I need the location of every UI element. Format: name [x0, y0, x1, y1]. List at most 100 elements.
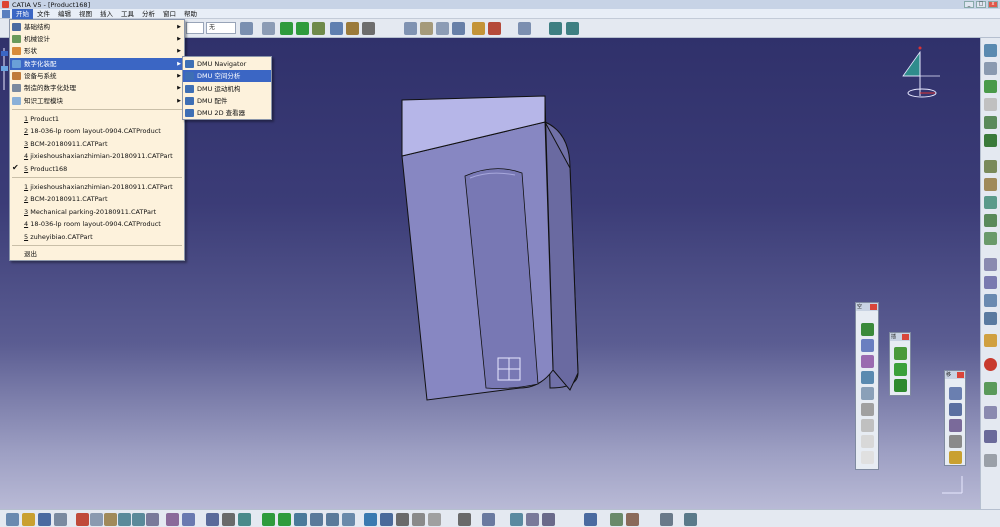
- shading-icon[interactable]: [396, 513, 409, 526]
- stop-icon[interactable]: [984, 358, 997, 371]
- axis-icon[interactable]: [984, 134, 997, 147]
- palette-close-icon[interactable]: [957, 372, 964, 378]
- flag-icon[interactable]: [549, 22, 562, 35]
- part-icon[interactable]: [436, 22, 449, 35]
- line-icon[interactable]: [984, 98, 997, 111]
- band-analysis-icon[interactable]: [861, 419, 874, 432]
- law-icon[interactable]: [984, 430, 997, 443]
- recent-file-item[interactable]: 3 Mechanical parking-20180911.CATPart: [10, 206, 184, 218]
- menu-workbench-shape[interactable]: 形状 ▶: [10, 45, 184, 57]
- print-icon[interactable]: [54, 513, 67, 526]
- formula-icon[interactable]: [166, 513, 179, 526]
- recent-file-item[interactable]: 1 Product1: [10, 113, 184, 125]
- measure-between-icon[interactable]: [482, 513, 495, 526]
- compass-widget[interactable]: [902, 46, 940, 98]
- distance-icon[interactable]: [861, 355, 874, 368]
- zoom-in-view-icon[interactable]: [310, 513, 323, 526]
- menu-analysis[interactable]: 分析: [138, 9, 159, 19]
- spec-tree-fragment[interactable]: [1, 48, 8, 90]
- menu-insert[interactable]: 插入: [96, 9, 117, 19]
- groove-icon[interactable]: [984, 214, 997, 227]
- menu-help[interactable]: 帮助: [180, 9, 201, 19]
- palette-close-icon[interactable]: [902, 334, 909, 340]
- menu-workbench-digital-mockup[interactable]: 数字化装配 ▶: [10, 58, 184, 70]
- menu-workbench-knowledgeware[interactable]: 知识工程模块 ▶: [10, 95, 184, 107]
- recent-file-item[interactable]: 2 BCM-20180911.CATPart: [10, 193, 184, 205]
- stop-on-clash-icon[interactable]: [949, 435, 962, 448]
- hide-icon[interactable]: [412, 513, 425, 526]
- menu-workbench-equipment[interactable]: 设备与系统 ▶: [10, 70, 184, 82]
- layer-select[interactable]: 无: [206, 22, 236, 34]
- measure-item-icon[interactable]: [984, 454, 997, 467]
- open-icon[interactable]: [22, 513, 35, 526]
- fillet-icon[interactable]: [984, 258, 997, 271]
- menu-start[interactable]: 开始: [12, 8, 33, 19]
- plane-icon[interactable]: [984, 116, 997, 129]
- document-menu-icon[interactable]: [2, 10, 10, 18]
- recent-file-item[interactable]: 2 18-036-lp room layout-0904.CATProduct: [10, 125, 184, 137]
- hole-icon[interactable]: [984, 232, 997, 245]
- sketch-icon[interactable]: [984, 44, 997, 57]
- swap-visible-icon[interactable]: [428, 513, 441, 526]
- submenu-dmu-kinematics[interactable]: DMU 运动机构: [183, 83, 271, 95]
- view-icon[interactable]: [346, 22, 359, 35]
- submenu-dmu-2d-viewer[interactable]: DMU 2D 查看器: [183, 107, 271, 119]
- paste-icon[interactable]: [104, 513, 117, 526]
- menu-file[interactable]: 文件: [33, 9, 54, 19]
- fix-icon[interactable]: [488, 22, 501, 35]
- menu-view[interactable]: 视图: [75, 9, 96, 19]
- clash-icon[interactable]: [861, 323, 874, 336]
- menu-workbench-mechanical[interactable]: 机械设计 ▶: [10, 33, 184, 45]
- graphic-property-select[interactable]: [186, 22, 204, 34]
- insert-product-icon[interactable]: [894, 363, 907, 376]
- close-icon[interactable]: x: [988, 1, 998, 8]
- menu-window[interactable]: 窗口: [159, 9, 180, 19]
- pan-view-icon[interactable]: [278, 513, 291, 526]
- submenu-dmu-navigator[interactable]: DMU Navigator: [183, 58, 271, 70]
- rotate-icon[interactable]: [296, 22, 309, 35]
- menu-tools[interactable]: 工具: [117, 9, 138, 19]
- normal-view-icon[interactable]: [330, 22, 343, 35]
- render-style-icon[interactable]: [362, 22, 375, 35]
- pad-icon[interactable]: [984, 160, 997, 173]
- whats-this-icon[interactable]: [146, 513, 159, 526]
- submenu-dmu-space-analysis[interactable]: DMU 空间分析: [183, 70, 271, 82]
- pan-icon[interactable]: [280, 22, 293, 35]
- comment-icon[interactable]: [182, 513, 195, 526]
- constraint-icon[interactable]: [472, 22, 485, 35]
- fit-all-icon[interactable]: [262, 513, 275, 526]
- shaft-icon[interactable]: [984, 196, 997, 209]
- mirror-icon[interactable]: [984, 312, 997, 325]
- pattern-icon[interactable]: [984, 294, 997, 307]
- painter-icon[interactable]: [240, 22, 253, 35]
- multi-view-icon[interactable]: [364, 513, 377, 526]
- submenu-dmu-fitting[interactable]: DMU 配件: [183, 95, 271, 107]
- redo-icon[interactable]: [132, 513, 145, 526]
- insert-component-icon[interactable]: [894, 347, 907, 360]
- measure-icon[interactable]: [861, 371, 874, 384]
- menu-workbench-manufacturing[interactable]: 制造的数字化处理 ▶: [10, 82, 184, 94]
- keyboard-icon[interactable]: [458, 513, 471, 526]
- save-icon[interactable]: [38, 513, 51, 526]
- chamfer-icon[interactable]: [984, 276, 997, 289]
- exit-menu-item[interactable]: 退出: [10, 248, 184, 260]
- copy-icon[interactable]: [90, 513, 103, 526]
- arc-measure-icon[interactable]: [861, 387, 874, 400]
- cut-icon[interactable]: [76, 513, 89, 526]
- explode-icon[interactable]: [949, 419, 962, 432]
- select-icon[interactable]: [984, 334, 997, 347]
- recent-file-item[interactable]: 3 BCM-20180911.CATPart: [10, 138, 184, 150]
- maximize-icon[interactable]: □: [976, 1, 986, 8]
- scene-icon[interactable]: [526, 513, 539, 526]
- library-icon[interactable]: [510, 513, 523, 526]
- manipulate-icon[interactable]: [949, 387, 962, 400]
- product-icon[interactable]: [404, 22, 417, 35]
- hide-show-icon[interactable]: [262, 22, 275, 35]
- undo-icon[interactable]: [118, 513, 131, 526]
- annotation-icon[interactable]: [861, 451, 874, 464]
- fly-mode-icon[interactable]: [238, 513, 251, 526]
- tool-icon[interactable]: [984, 80, 997, 93]
- apply-icon[interactable]: [984, 382, 997, 395]
- new-icon[interactable]: [6, 513, 19, 526]
- snap-move-icon[interactable]: [949, 403, 962, 416]
